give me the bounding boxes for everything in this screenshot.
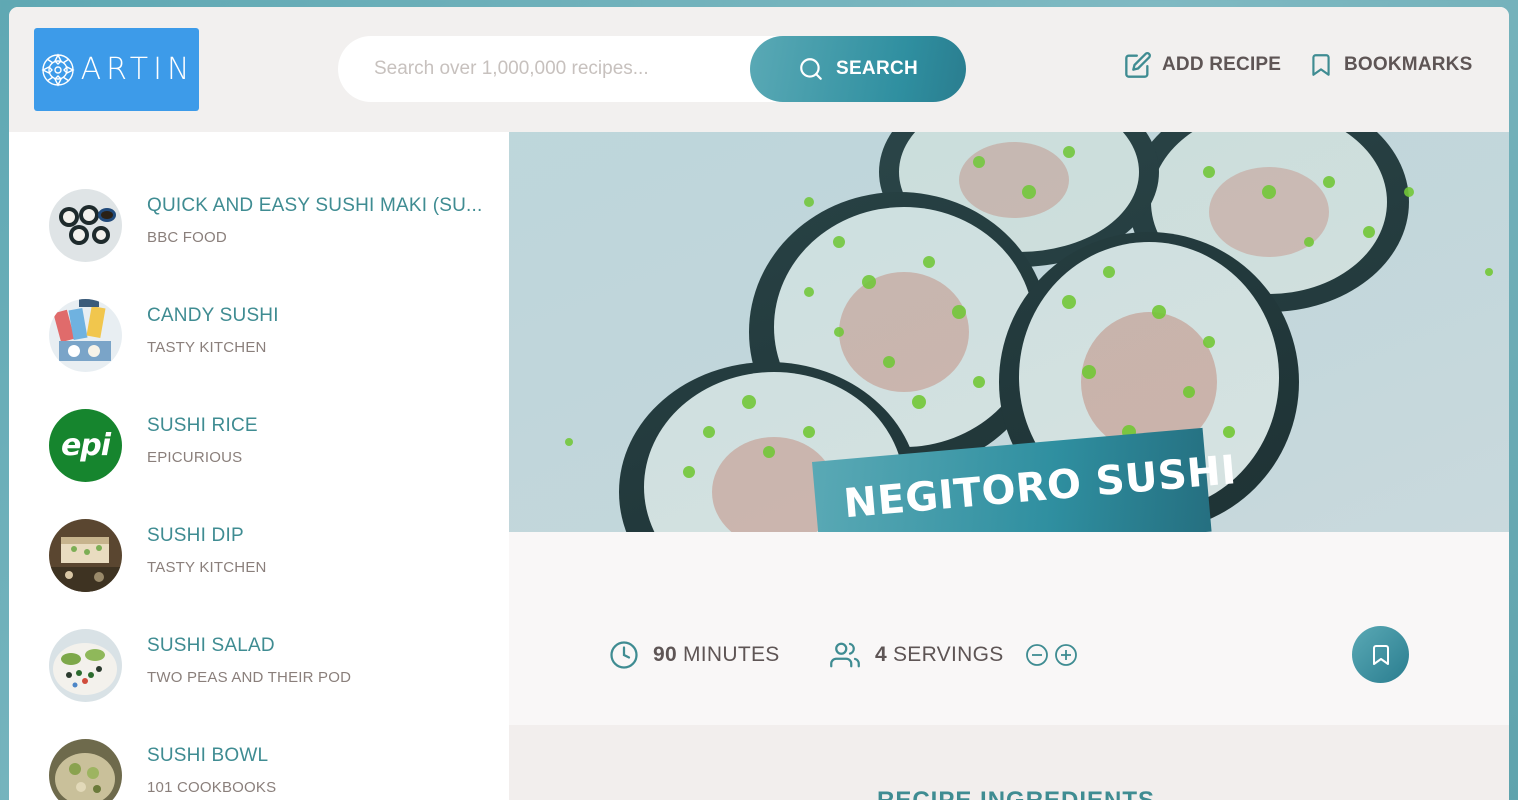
result-title: CANDY SUSHI: [147, 305, 279, 326]
result-thumbnail: [49, 519, 122, 592]
bookmark-icon: [1372, 644, 1389, 665]
result-title: SUSHI DIP: [147, 525, 244, 546]
result-thumbnail: [49, 299, 122, 372]
result-item[interactable]: SUSHI SALAD TWO PEAS AND THEIR POD: [49, 628, 489, 703]
result-title: SUSHI SALAD: [147, 635, 275, 656]
edit-icon: [1125, 52, 1151, 78]
recipe-view: NEGITORO SUSHI 90 MINUTES 4 SERVINGS: [509, 132, 1509, 800]
result-publisher: TASTY KITCHEN: [147, 339, 267, 356]
users-icon: [830, 642, 860, 668]
increase-servings-button[interactable]: [1054, 643, 1078, 667]
result-item[interactable]: CANDY SUSHI TASTY KITCHEN: [49, 298, 489, 373]
decrease-servings-button[interactable]: [1025, 643, 1049, 667]
result-item[interactable]: SUSHI DIP TASTY KITCHEN: [49, 518, 489, 593]
result-publisher: TASTY KITCHEN: [147, 559, 267, 576]
recipe-title-text: NEGITORO SUSHI: [841, 447, 1239, 528]
recipe-ingredients: RECIPE INGREDIENTS: [509, 725, 1509, 800]
bookmarks-label: BOOKMARKS: [1344, 54, 1473, 75]
result-title: SUSHI RICE: [147, 415, 258, 436]
search-form: SEARCH: [338, 36, 966, 102]
bookmark-icon: [1312, 54, 1330, 76]
search-icon: [800, 58, 822, 80]
bookmarks-button[interactable]: BOOKMARKS: [1308, 51, 1472, 79]
result-thumbnail: epi: [49, 409, 122, 482]
result-thumbnail: [49, 189, 122, 262]
minus-circle-icon: [1025, 644, 1048, 666]
result-publisher: BBC FOOD: [147, 229, 227, 246]
result-item[interactable]: SUSHI BOWL 101 COOKBOOKS: [49, 738, 489, 800]
servings-value: 4: [875, 643, 887, 666]
clock-icon: [610, 641, 638, 669]
ingredients-heading: RECIPE INGREDIENTS: [877, 787, 1155, 800]
result-publisher: 101 COOKBOOKS: [147, 779, 277, 796]
mandala-logo-icon: [41, 52, 75, 87]
result-thumbnail: [49, 739, 122, 800]
result-title: SUSHI BOWL: [147, 745, 269, 766]
app-window: ARTIN SEARCH ADD RECIPE BOOKMARKS: [9, 7, 1509, 800]
header: ARTIN SEARCH ADD RECIPE BOOKMARKS: [9, 7, 1509, 132]
logo[interactable]: ARTIN: [34, 28, 199, 111]
result-item[interactable]: epi SUSHI RICE EPICURIOUS: [49, 408, 489, 483]
add-recipe-button[interactable]: ADD RECIPE: [1124, 51, 1281, 79]
result-title: QUICK AND EASY SUSHI MAKI (SU...: [147, 195, 483, 216]
servings: 4 SERVINGS: [829, 640, 1078, 670]
search-results: QUICK AND EASY SUSHI MAKI (SU... BBC FOO…: [9, 132, 509, 800]
search-button[interactable]: SEARCH: [750, 36, 966, 102]
search-button-label: SEARCH: [835, 58, 919, 79]
result-thumbnail: [49, 629, 122, 702]
servings-label: SERVINGS: [892, 643, 1004, 666]
add-recipe-label: ADD RECIPE: [1162, 54, 1282, 75]
epicurious-logo: epi: [60, 428, 111, 463]
cooking-time: 90 MINUTES: [609, 640, 780, 670]
minutes-value: 90: [653, 643, 677, 666]
result-publisher: EPICURIOUS: [147, 449, 243, 466]
result-publisher: TWO PEAS AND THEIR POD: [147, 669, 352, 686]
search-input[interactable]: [374, 36, 734, 102]
logo-text: ARTIN: [80, 52, 195, 87]
result-item[interactable]: QUICK AND EASY SUSHI MAKI (SU... BBC FOO…: [49, 188, 489, 263]
plus-circle-icon: [1054, 644, 1077, 666]
recipe-details: 90 MINUTES 4 SERVINGS: [509, 532, 1509, 725]
minutes-label: MINUTES: [682, 643, 780, 666]
bookmark-recipe-button[interactable]: [1352, 626, 1409, 683]
